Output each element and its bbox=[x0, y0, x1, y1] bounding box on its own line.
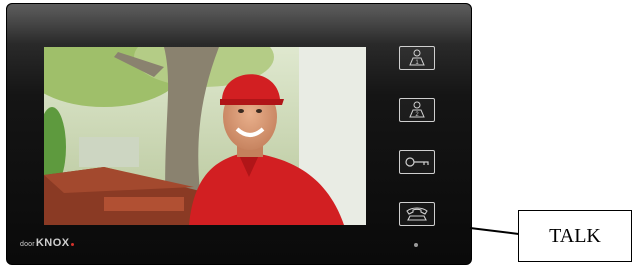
monitor-1-button[interactable]: 1 bbox=[399, 46, 435, 70]
monitor-2-button[interactable]: 2 bbox=[399, 98, 435, 122]
key-icon bbox=[405, 157, 429, 167]
user-1-icon: 1 bbox=[409, 49, 425, 66]
brand-logo: door KNOX bbox=[20, 237, 74, 249]
gloss-highlight bbox=[7, 4, 471, 44]
unlock-button[interactable] bbox=[399, 150, 435, 174]
visitor-video-image bbox=[44, 47, 366, 225]
user-2-icon: 2 bbox=[409, 101, 425, 118]
talk-button[interactable] bbox=[399, 202, 435, 226]
phone-handset-icon bbox=[406, 207, 428, 221]
brand-prefix: door bbox=[20, 241, 35, 248]
status-led bbox=[414, 243, 418, 247]
callout-line bbox=[469, 227, 519, 235]
talk-callout-label: TALK bbox=[518, 210, 632, 262]
brand-dot bbox=[70, 243, 74, 246]
video-screen bbox=[44, 47, 366, 225]
brand-name: KNOX bbox=[35, 237, 70, 249]
